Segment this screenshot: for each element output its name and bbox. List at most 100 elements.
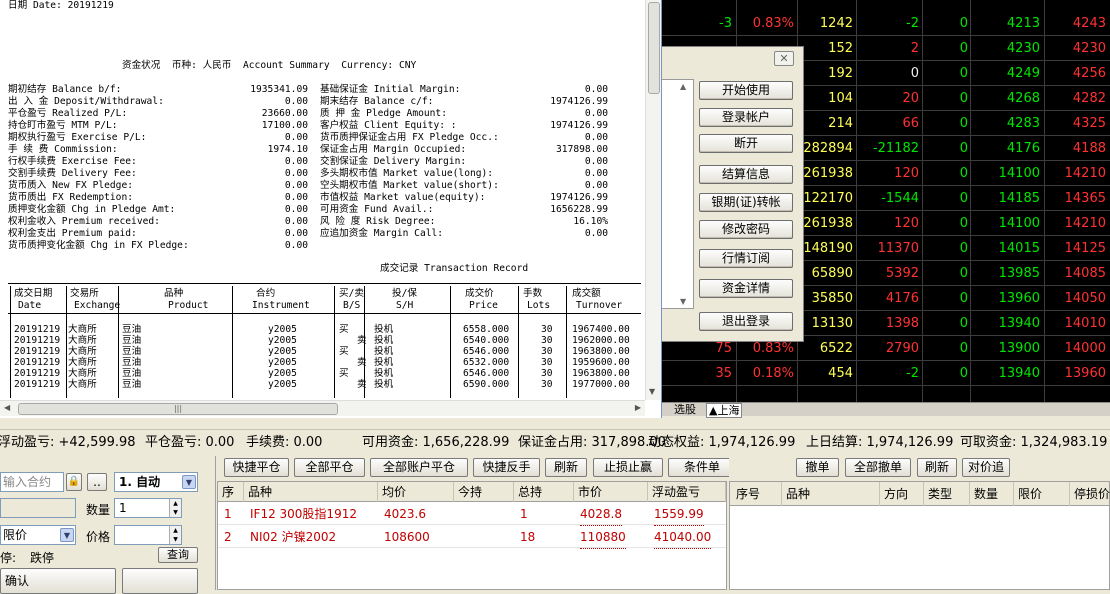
trade-cell: 买 xyxy=(339,346,349,357)
summary-right-value: 0.00 xyxy=(584,132,608,143)
trade-col-cn: 成交额 xyxy=(572,288,601,299)
position-row[interactable]: 1 IF12 300股指1912 4023.6 1 4028.8 1559.99 xyxy=(218,504,726,526)
orders-col-header[interactable]: 限价 xyxy=(1014,482,1070,506)
quote-cell: 214 xyxy=(828,116,853,131)
summary-title: 资金状况 币种: 人民币 Account Summary Currency: C… xyxy=(122,60,417,71)
orders-col-header[interactable]: 停损价 xyxy=(1070,482,1110,506)
orders-col-header[interactable]: 品种 xyxy=(782,482,880,506)
quote-cell: 0 xyxy=(959,41,968,56)
positions-col-header[interactable]: 品种 xyxy=(244,482,378,502)
summary-right-label: 保证金占用 Margin Occupied: xyxy=(320,144,467,155)
refresh-button[interactable]: 刷新 xyxy=(545,458,587,477)
stepper-arrows-icon[interactable]: ▲ ▼ xyxy=(169,499,181,517)
chevron-up-icon[interactable]: ▲ xyxy=(680,82,686,91)
logout-button[interactable]: 退出登录 xyxy=(699,312,793,331)
chevron-down-icon[interactable]: ▼ xyxy=(680,297,686,306)
scroll-right-arrow-icon[interactable]: ▶ xyxy=(635,403,641,412)
trade-col-en: Instrument xyxy=(252,300,310,311)
stop-loss-profit-button[interactable]: 止损止赢 xyxy=(593,458,663,477)
position-cell: IF12 300股指1912 xyxy=(250,507,357,521)
summary-right-label: 货币质押保证金占用 FX Pledge Occ.: xyxy=(320,132,499,143)
quick-reverse-button[interactable]: 快捷反手 xyxy=(473,458,540,477)
price-stepper[interactable]: ▲ ▼ xyxy=(114,525,182,545)
quote-cell: 4283 xyxy=(1006,116,1040,131)
stepper-arrows-icon[interactable]: ▲ ▼ xyxy=(169,526,181,544)
quote-cell: 4268 xyxy=(1006,91,1040,106)
quote-cell: 261938 xyxy=(803,216,853,231)
disconnect-button[interactable]: 断开 xyxy=(699,134,793,153)
close-all-accounts-button[interactable]: 全部账户平仓 xyxy=(370,458,468,477)
quick-close-button[interactable]: 快捷平仓 xyxy=(224,458,289,477)
available-funds-status: 可用资金: 1,656,228.99 xyxy=(362,435,510,450)
tab-stock-picker[interactable]: 选股 xyxy=(674,403,696,416)
position-cell: 110880 xyxy=(580,527,626,549)
account-status-bar: 浮动盈亏: +42,599.98 平仓盈亏: 0.00 手续费: 0.00 可用资金:… xyxy=(0,429,1110,454)
orders-col-header[interactable]: 数量 xyxy=(970,482,1014,506)
positions-col-header[interactable]: 序 xyxy=(218,482,244,502)
table-divider xyxy=(232,286,233,398)
summary-left-label: 出 入 金 Deposit/Withdrawal: xyxy=(8,96,164,107)
start-button[interactable]: 开始使用 xyxy=(699,81,793,100)
quote-cell: 0 xyxy=(959,91,968,106)
orders-col-header[interactable]: 类型 xyxy=(924,482,970,506)
query-button[interactable]: 查询 xyxy=(158,547,198,563)
chevron-down-icon[interactable]: ▼ xyxy=(182,475,196,489)
dialog-list-pane: ▲ ▼ xyxy=(662,79,694,309)
fund-detail-button[interactable]: 资金详情 xyxy=(699,279,793,298)
quote-cell: 75 xyxy=(715,341,732,356)
scroll-thumb[interactable]: ||| xyxy=(18,403,338,415)
scroll-down-arrow-icon[interactable]: ▼ xyxy=(649,387,655,396)
refresh-button[interactable]: 刷新 xyxy=(917,458,957,477)
trade-cell: y2005 xyxy=(268,379,297,390)
confirm-label: 确认 xyxy=(5,574,30,588)
quote-row[interactable]: 35 0.18% 454 -2 0 13940 13960 xyxy=(650,361,1110,386)
more-button[interactable]: .. xyxy=(87,473,107,491)
quantity-stepper[interactable]: 1 ▲ ▼ xyxy=(114,498,182,518)
summary-left-label: 行权手续费 Exercise Fee: xyxy=(8,156,137,167)
chase-price-button[interactable]: 对价追 xyxy=(962,458,1010,477)
position-cell: 1559.99 xyxy=(654,504,704,526)
quote-cell: 4188 xyxy=(1072,141,1106,156)
close-icon[interactable]: ✕ xyxy=(774,51,794,66)
summary-left-value: 1974.10 xyxy=(267,144,308,155)
settlement-info-button[interactable]: 结算信息 xyxy=(699,165,793,184)
quote-cell: 2790 xyxy=(885,341,919,356)
login-account-button[interactable]: 登录帐户 xyxy=(699,108,793,127)
positions-col-header[interactable]: 今持 xyxy=(454,482,514,502)
table-divider xyxy=(10,286,11,398)
positions-col-header[interactable]: 均价 xyxy=(378,482,454,502)
quote-cell: 13940 xyxy=(998,316,1040,331)
conditional-order-button[interactable]: 条件单 xyxy=(668,458,736,477)
position-row[interactable]: 2 NI02 沪镍2002 108600 18 110880 41040.00 xyxy=(218,527,726,549)
quote-cell: 13940 xyxy=(998,366,1040,381)
bank-transfer-button[interactable]: 银期(证)转帐 xyxy=(699,193,793,212)
lock-icon[interactable]: 🔒 xyxy=(66,473,82,491)
chevron-down-icon[interactable]: ▼ xyxy=(60,528,74,542)
cancel-all-button[interactable]: 全部撤单 xyxy=(845,458,911,477)
positions-col-header[interactable]: 市价 xyxy=(574,482,648,502)
change-password-button[interactable]: 修改密码 xyxy=(699,220,793,239)
positions-col-header[interactable]: 总持 xyxy=(514,482,574,502)
secondary-order-button[interactable] xyxy=(122,568,198,594)
report-horizontal-scrollbar[interactable]: ◀ ||| ▶ xyxy=(0,400,645,416)
mode-select[interactable]: 1. 自动 ▼ xyxy=(114,472,198,492)
quote-subscribe-button[interactable]: 行情订阅 xyxy=(699,249,793,268)
quote-cell: 13130 xyxy=(811,316,853,331)
positions-col-header[interactable]: 浮动盈亏 xyxy=(648,482,726,502)
report-vertical-scrollbar[interactable]: ▼ xyxy=(645,0,661,400)
trade-cell: 20191219 xyxy=(14,379,61,390)
orders-col-header[interactable]: 方向 xyxy=(880,482,924,506)
cancel-order-button[interactable]: 撤单 xyxy=(796,458,839,477)
scroll-thumb[interactable] xyxy=(648,2,660,94)
orders-col-header[interactable]: 序号 xyxy=(732,482,782,506)
order-entry-panel: 输入合约 🔒 .. 1. 自动 ▼ 数量 1 ▲ ▼ 限价 ▼ 价格 ▲ ▼ 停: … xyxy=(0,456,216,594)
scroll-left-arrow-icon[interactable]: ◀ xyxy=(4,403,10,412)
contract-input[interactable]: 输入合约 xyxy=(0,472,64,492)
quote-cell: 4243 xyxy=(1072,16,1106,31)
quote-row[interactable]: -3 0.83% 1242 -2 0 4213 4243 xyxy=(650,11,1110,36)
trade-cell: 卖 xyxy=(357,335,367,346)
confirm-button[interactable]: 确认 xyxy=(0,568,116,594)
close-all-button[interactable]: 全部平仓 xyxy=(294,458,365,477)
price-type-select[interactable]: 限价 ▼ xyxy=(0,525,76,545)
tab-shanghai[interactable]: ▲上海 xyxy=(706,403,743,418)
